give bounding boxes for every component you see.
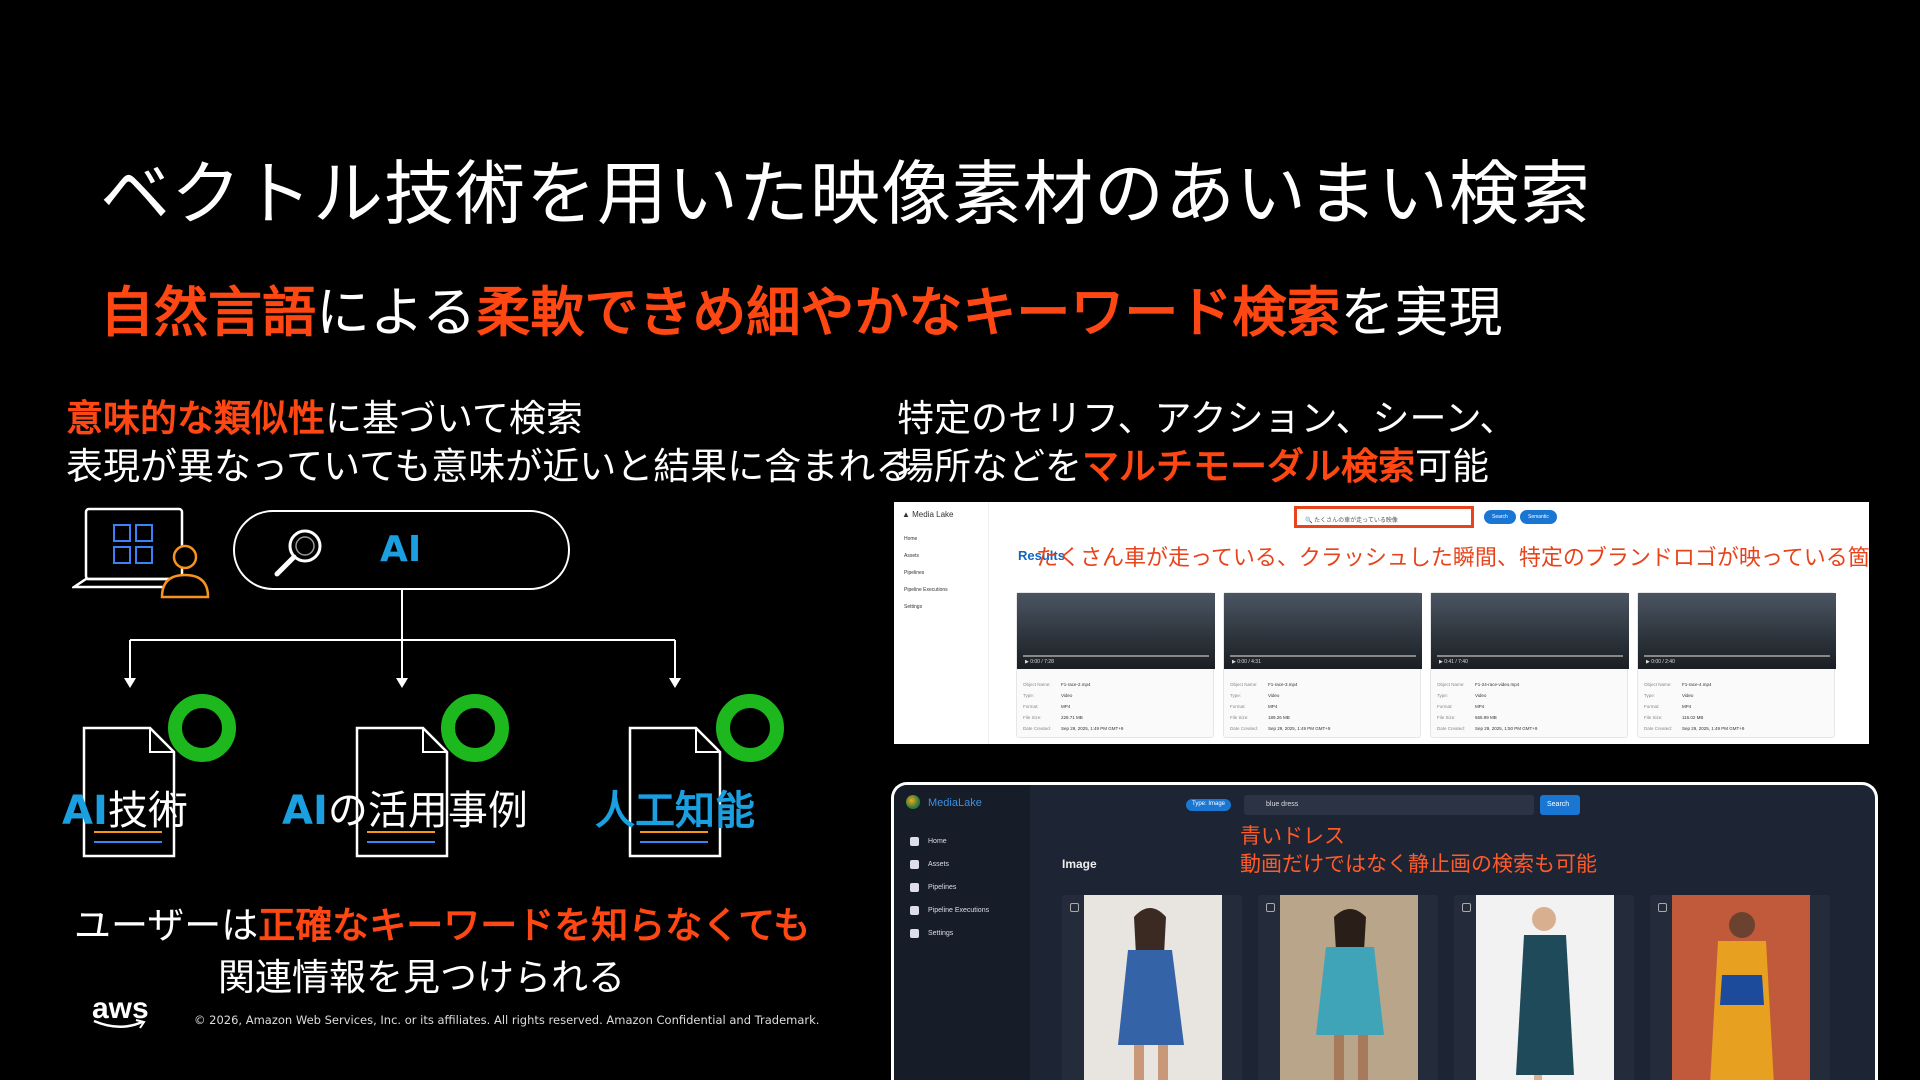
shot1-nav-home[interactable]: Home [904, 536, 917, 542]
shot2-overlay-caption: 青いドレス 動画だけではなく静止画の検索も可能 [1240, 823, 1597, 879]
note-prefix: ユーザーは [74, 904, 259, 947]
shot2-nav-executions[interactable]: Pipeline Executions [928, 907, 989, 914]
shot1-sidebar: ▲ Media Lake Home Assets Pipelines Pipel… [894, 502, 989, 744]
shot1-search-input[interactable]: 🔍 たくさんの車が走っている映像 [1294, 506, 1474, 528]
shot1-overlay-caption: たくさん車が走っている、クラッシュした瞬間、特定のブランドロゴが映っている箇所、… [1036, 545, 1869, 570]
shot2-search-input[interactable]: blue dress [1244, 795, 1534, 815]
note-line2: 関連情報を見つけられる [218, 956, 625, 999]
shot2-nav-assets[interactable]: Assets [928, 861, 949, 868]
blue-dress-photo [1084, 895, 1222, 1080]
shot2-nav-settings[interactable]: Settings [928, 930, 953, 937]
video-result-card[interactable]: ▶ 0:00 / 4:31 Object Name: F1-race-3.mp4 … [1223, 592, 1422, 738]
medialake-logo-icon [906, 795, 920, 809]
shot2-sidebar: MediaLake Home Assets Pipelines Pipeline… [894, 785, 1030, 1080]
select-checkbox[interactable] [1070, 903, 1079, 912]
image-section-title: Image [1062, 857, 1097, 871]
shot2-nav-home[interactable]: Home [928, 838, 947, 845]
overlay-line1: 青いドレス [1240, 825, 1345, 848]
video-metadata: Object Name: F1-race-2.mp4 Type: Video For… [1023, 682, 1124, 731]
result-rest-text: 技術 [107, 788, 188, 834]
multimodal-line2-suffix: 可能 [1415, 445, 1489, 488]
shot2-nav-pipelines[interactable]: Pipelines [928, 884, 956, 891]
image-result-tile[interactable] [1650, 895, 1830, 1080]
blue-dress-photo [1476, 895, 1614, 1080]
video-result-card[interactable]: ▶ 0:41 / 7:40 Object Name: F1-24-race-vid… [1430, 592, 1629, 738]
type-filter-chip[interactable]: Type: Image [1186, 799, 1232, 811]
shot1-brand: ▲ Media Lake [902, 510, 954, 519]
select-checkbox[interactable] [1462, 903, 1471, 912]
video-thumbnail[interactable]: ▶ 0:00 / 4:31 [1224, 593, 1422, 669]
executions-icon [910, 906, 919, 915]
image-result-tile[interactable] [1454, 895, 1634, 1080]
assets-icon [910, 860, 919, 869]
blue-dress-photo [1672, 895, 1810, 1080]
shot1-nav-executions[interactable]: Pipeline Executions [904, 587, 948, 593]
gear-icon [910, 929, 919, 938]
multimodal-line2-prefix: 場所などを [897, 445, 1082, 488]
image-result-tile[interactable] [1062, 895, 1242, 1080]
shot1-nav-pipelines[interactable]: Pipelines [904, 570, 924, 576]
video-thumbnail[interactable]: ▶ 0:00 / 2:40 [1638, 593, 1836, 669]
result-label-ai-technology: AI技術 [62, 778, 188, 836]
shot1-search-button[interactable]: Search [1484, 510, 1516, 524]
multimodal-line1: 特定のセリフ、アクション、シーン、 [897, 397, 1517, 440]
result-ai-term: AI [282, 788, 328, 834]
pipelines-icon [910, 883, 919, 892]
aws-logo: aws [92, 992, 149, 1030]
result-ai-term: AI [62, 788, 108, 834]
select-checkbox[interactable] [1266, 903, 1275, 912]
copyright-text: © 2026, Amazon Web Services, Inc. or its… [194, 1013, 820, 1027]
video-metadata: Object Name: F1-race-3.mp4 Type: Video For… [1230, 682, 1331, 731]
multimodal-description: 特定のセリフ、アクション、シーン、 場所などをマルチモーダル検索可能 [897, 395, 1516, 491]
subtitle-realize: を実現 [1340, 281, 1503, 344]
video-thumbnail[interactable]: ▶ 0:00 / 7:28 [1017, 593, 1215, 669]
video-metadata: Object Name: F1-race-4.mp4 Type: Video For… [1644, 682, 1745, 731]
result-document-icon [355, 694, 509, 858]
result-rest-text: の活用事例 [327, 788, 528, 834]
overlay-line2: 動画だけではなく静止画の検索も可能 [1240, 853, 1597, 876]
shot1-semantic-button[interactable]: Semantic [1520, 510, 1557, 524]
result-document-icon [82, 694, 236, 858]
note-highlight: 正確なキーワードを知らなくても [258, 904, 811, 947]
result-ai-term: 人工知能 [595, 788, 755, 834]
video-metadata: Object Name: F1-24-race-video.mp4 Type: Vi… [1437, 682, 1538, 731]
result-document-icon [628, 694, 784, 858]
video-thumbnail[interactable]: ▶ 0:41 / 7:40 [1431, 593, 1629, 669]
blue-dress-photo [1280, 895, 1418, 1080]
shot1-nav-assets[interactable]: Assets [904, 553, 919, 559]
home-icon [910, 837, 919, 846]
video-search-screenshot: ▲ Media Lake Home Assets Pipelines Pipel… [894, 502, 1869, 744]
result-label-artificial-intelligence: 人工知能 [595, 778, 755, 836]
shot2-search-button[interactable]: Search [1540, 795, 1580, 815]
shot2-brand: MediaLake [928, 797, 982, 809]
image-result-tile[interactable] [1258, 895, 1438, 1080]
user-benefit-note: ユーザーは正確なキーワードを知らなくても 関連情報を見つけられる [74, 900, 810, 1004]
video-result-card[interactable]: ▶ 0:00 / 7:28 Object Name: F1-race-2.mp4 … [1016, 592, 1215, 738]
video-result-card[interactable]: ▶ 0:00 / 2:40 Object Name: F1-race-4.mp4 … [1637, 592, 1836, 738]
select-checkbox[interactable] [1658, 903, 1667, 912]
shot1-nav-settings[interactable]: Settings [904, 604, 922, 610]
result-label-ai-use-cases: AIの活用事例 [282, 778, 528, 836]
image-search-screenshot: MediaLake Home Assets Pipelines Pipeline… [891, 782, 1878, 1080]
multimodal-search-highlight: マルチモーダル検索 [1082, 445, 1415, 488]
